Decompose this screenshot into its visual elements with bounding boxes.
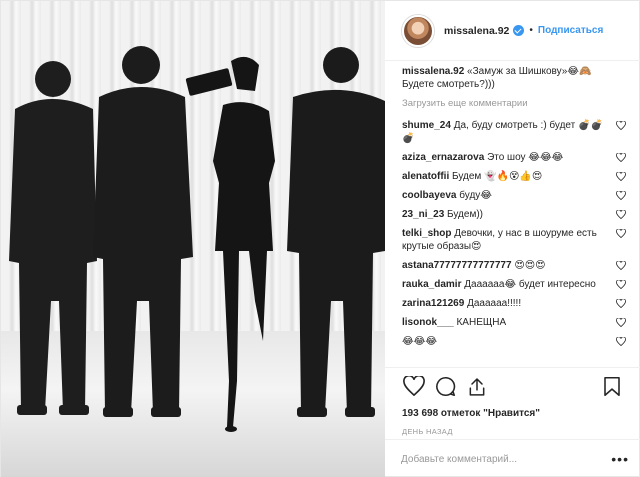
people-silhouettes [9,46,385,432]
comment-username[interactable]: aziza_ernazarova [402,152,484,163]
post-photo[interactable] [1,1,385,477]
list-item: lisonok___ КАНЕЩНА [402,316,628,329]
action-icons [399,376,627,402]
heart-icon[interactable] [616,280,626,289]
comments-list[interactable]: missalena.92 «Замуж за Шишкову»😂🙈 Будете… [402,65,628,365]
list-item: 😂😂😂 [402,335,628,348]
comment-text: Даааааа!!!!! [467,298,522,309]
header-separator: • [529,25,533,36]
heart-icon[interactable] [616,121,626,130]
woman-silhouette [185,56,275,432]
verified-icon [513,25,525,36]
likes-count[interactable]: 193 698 отметок "Нравится" [402,408,627,419]
comment-text: Даааааа😂 будет интересно [464,279,596,290]
comment-username[interactable]: astana77777777777777 [402,260,512,271]
comment-text: КАНЕЩНА [456,317,507,328]
comment-username[interactable]: zarina121269 [402,298,464,309]
comment-text: 😍😍😍 [514,260,546,271]
heart-icon[interactable] [616,261,626,270]
heart-icon[interactable] [616,210,626,219]
heart-icon[interactable] [616,153,626,162]
man-silhouette-1 [9,61,97,415]
list-item: coolbayeva буду😂 [402,189,628,202]
share-icon[interactable] [467,376,487,397]
heart-icon[interactable] [616,299,626,308]
comment-username[interactable]: lisonok___ [402,317,454,328]
heart-icon[interactable] [616,191,626,200]
list-item: telki_shop Девочки, у нас в шоуруме есть… [402,227,628,253]
comment-username[interactable]: coolbayeva [402,190,456,201]
list-item: aziza_ernazarova Это шоу 😂😂😂 [402,151,628,164]
man-silhouette-2 [93,46,193,417]
comment-text: 😂😂😂 [402,336,438,347]
comment-text: Это шоу 😂😂😂 [487,152,564,163]
comment-icon[interactable] [435,376,456,397]
add-comment-input[interactable] [401,453,601,465]
list-item: shume_24 Да, буду смотреть :) будет 💣💣💣 [402,119,628,145]
list-item: alenatoffii Будем 👻🔥😵👍😍 [402,170,628,183]
post-timestamp[interactable]: ДЕНЬ НАЗАД [402,427,627,436]
heart-icon[interactable] [616,172,626,181]
list-item: zarina121269 Даааааа!!!!! [402,297,628,310]
list-item: 23_ni_23 Будем)) [402,208,628,221]
instagram-post: missalena.92 • Подписаться missalena.92 … [0,0,640,477]
post-sidebar: missalena.92 • Подписаться missalena.92 … [385,1,640,477]
follow-button[interactable]: Подписаться [538,25,603,36]
action-bar: 193 698 отметок "Нравится" ДЕНЬ НАЗАД [385,367,640,436]
bookmark-icon[interactable] [603,376,621,397]
list-item: rauka_damir Даааааа😂 будет интересно [402,278,628,291]
post-header: missalena.92 • Подписаться [385,1,640,61]
comment-username[interactable]: shume_24 [402,120,451,131]
caption: missalena.92 «Замуж за Шишкову»😂🙈 Будете… [402,65,628,91]
comment-username[interactable]: alenatoffii [402,171,449,182]
comment-text: Будем 👻🔥😵👍😍 [452,171,543,182]
load-more-comments-button[interactable]: Загрузить еще комментарии [402,97,628,110]
comment-username[interactable]: rauka_damir [402,279,461,290]
comment-username[interactable]: 23_ni_23 [402,209,444,220]
heart-icon[interactable] [403,376,425,396]
list-item: astana77777777777777 😍😍😍 [402,259,628,272]
add-comment-section: ••• [385,439,640,477]
man-silhouette-3 [287,47,385,417]
comment-text: Будем)) [447,209,483,220]
comment-username[interactable]: telki_shop [402,228,451,239]
avatar[interactable] [402,14,434,47]
heart-icon[interactable] [616,229,626,238]
more-options-icon[interactable]: ••• [611,451,629,467]
heart-icon[interactable] [616,337,626,346]
header-username[interactable]: missalena.92 [444,25,509,37]
comment-text: буду😂 [459,190,492,201]
caption-username[interactable]: missalena.92 [402,66,464,77]
heart-icon[interactable] [616,318,626,327]
